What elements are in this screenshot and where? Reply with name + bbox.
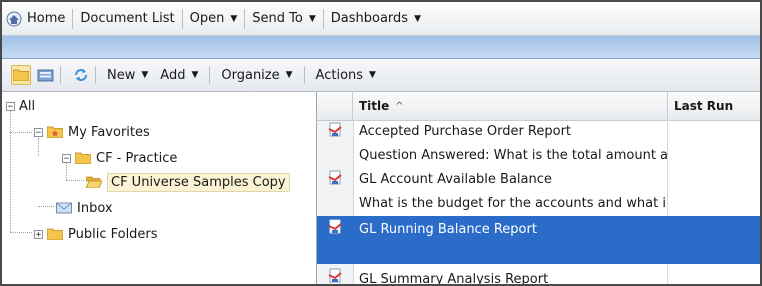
favorites-folder-icon [47,126,63,138]
organize-menu-label: Organize [221,67,280,83]
row-title[interactable]: GL Running Balance Report [359,218,667,240]
tree-node-inbox-label: Inbox [77,200,113,216]
chevron-down-icon: ▼ [191,70,199,80]
menu-open[interactable]: Open ▼ [181,8,245,29]
sort-ascending-icon: ^ [395,100,404,112]
report-icon [328,122,342,137]
row-title[interactable]: Accepted Purchase Order Report [359,120,667,142]
organize-menu-button[interactable]: Organize ▼ [215,68,298,83]
tree-connector [10,132,32,133]
add-menu-label: Add [160,67,186,83]
new-menu-button[interactable]: New ▼ [101,68,154,83]
menu-dashboards[interactable]: Dashboards ▼ [322,8,428,29]
folder-icon [47,228,63,240]
row-title[interactable]: GL Account Available Balance [359,168,667,190]
table-row[interactable]: GL Summary Analysis Report [317,266,760,285]
chevron-down-icon: ▼ [230,13,238,24]
chevron-down-icon: ▼ [141,70,149,80]
toolbar-separator [60,66,61,84]
header-icon-column [317,92,353,120]
refresh-icon [75,69,87,81]
report-icon [328,219,342,234]
chevron-down-icon: ▼ [414,13,421,24]
column-header-title[interactable]: Title ^ [353,92,668,120]
folder-icon [13,69,29,81]
list-header: Title ^ Last Run [317,92,760,121]
tree-node-my-favorites-label: My Favorites [68,124,150,140]
column-header-last-run-label: Last Run [674,99,734,113]
tree-node-cf-universe-label: CF Universe Samples Copy [107,172,290,192]
collapse-toggle-icon[interactable]: − [34,127,43,137]
table-row[interactable]: GL Account Available Balance What is the… [317,168,760,214]
collapse-toggle-icon[interactable]: − [6,101,15,111]
toolbar-separator [95,66,96,84]
folder-icon [75,152,91,164]
tree-node-all-label: All [19,98,36,114]
tree-connector [10,108,11,232]
tree-node-my-favorites[interactable]: − My Favorites [34,122,150,142]
menu-open-label: Open [189,11,225,26]
row-description: What is the budget for the accounts and … [359,195,666,211]
toolbar-separator [303,66,305,84]
expand-toggle-icon[interactable]: + [34,229,43,239]
app-window: Home Document List Open ▼ Send To ▼ Dash… [0,0,762,286]
table-row[interactable]: Accepted Purchase Order Report Question … [317,120,760,168]
actions-menu-button[interactable]: Actions ▼ [310,68,382,83]
chevron-down-icon: ▼ [308,13,316,24]
tree-connector [10,232,32,233]
menubar: Home Document List Open ▼ Send To ▼ Dash… [2,2,760,36]
menu-send-to[interactable]: Send To ▼ [244,8,322,29]
menu-dashboards-label: Dashboards [330,11,409,26]
tree-node-inbox[interactable]: Inbox [52,198,113,218]
tree-node-all[interactable]: − All [6,96,35,116]
report-icon [328,268,342,283]
column-header-title-label: Title [359,99,390,113]
tree-node-cf-universe-samples-copy[interactable]: CF Universe Samples Copy [82,172,290,192]
menu-document-list[interactable]: Document List [72,8,181,29]
menu-home-label: Home [27,11,66,26]
menu-home[interactable]: Home [2,9,72,29]
categories-icon [37,69,54,82]
menu-send-to-label: Send To [252,11,303,26]
folder-tree: − All − My Favorites − CF - Practice CF … [2,92,317,284]
tree-node-cf-practice-label: CF - Practice [96,150,178,166]
home-icon [6,11,22,26]
chevron-down-icon: ▼ [369,70,376,80]
chevron-down-icon: ▼ [285,70,293,80]
column-header-last-run[interactable]: Last Run [668,92,760,120]
row-title[interactable]: GL Summary Analysis Report [359,268,667,285]
folder-view-button[interactable] [11,65,31,85]
tree-node-cf-practice[interactable]: − CF - Practice [62,148,177,168]
menu-document-list-label: Document List [80,11,175,26]
row-description: Question Answered: What is the total amo… [359,147,667,163]
actions-menu-label: Actions [315,67,364,83]
refresh-button[interactable] [72,67,90,83]
report-icon [328,170,342,185]
toolbar: New ▼ Add ▼ Organize ▼ Actions ▼ [2,59,760,92]
toolbar-separator [209,66,211,84]
inbox-icon [56,202,72,214]
tree-node-public-folders[interactable]: + Public Folders [34,224,158,244]
header-band [2,36,760,59]
add-menu-button[interactable]: Add ▼ [154,68,204,83]
tree-node-public-folders-label: Public Folders [68,226,158,242]
categories-button[interactable] [37,67,55,83]
document-list: Title ^ Last Run Accepted Purchase Order… [317,92,760,284]
new-menu-label: New [107,67,136,83]
table-row-selected[interactable]: GL Running Balance Report [317,216,760,264]
open-folder-icon [86,176,102,188]
collapse-toggle-icon[interactable]: − [62,153,71,163]
